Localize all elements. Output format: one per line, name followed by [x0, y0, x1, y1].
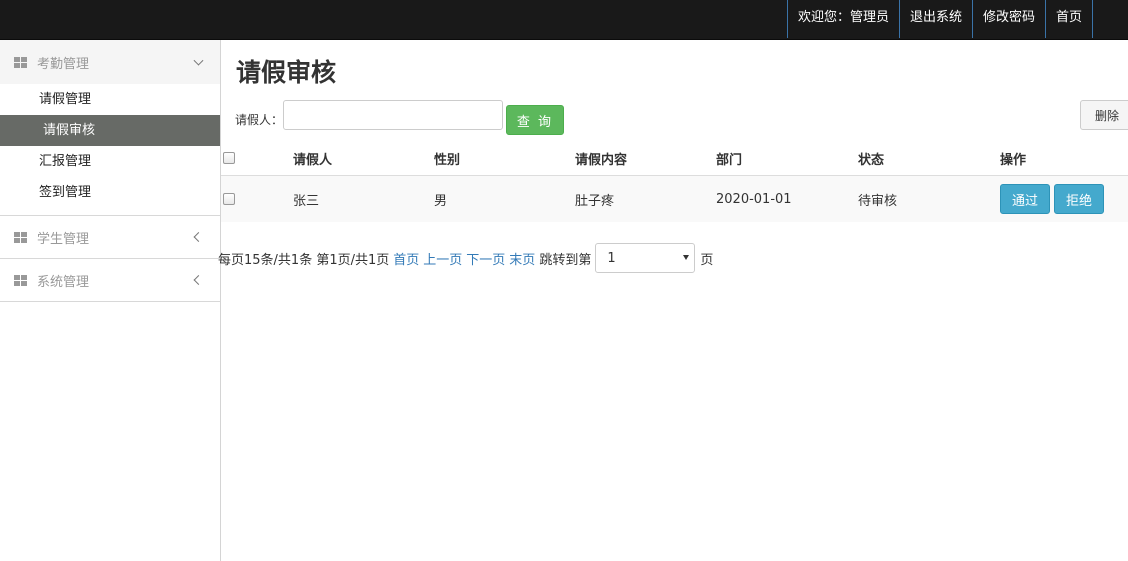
page-title: 请假审核	[236, 58, 337, 87]
sidebar-group-label: 系统管理	[37, 274, 90, 290]
query-button[interactable]: 查 询	[506, 105, 564, 135]
sidebar-item-leave-review[interactable]: 请假审核	[0, 115, 220, 146]
column-header-applicant: 请假人	[293, 152, 333, 168]
cell-content: 肚子疼	[575, 193, 615, 209]
first-page-link[interactable]: 首页	[393, 249, 419, 268]
pagination: 每页15条/共1条 第1页/共1页 首页 上一页 下一页 末页 跳转到第 1 页	[218, 243, 713, 273]
sidebar-group-label: 考勤管理	[37, 56, 90, 72]
welcome-link[interactable]: 欢迎您：管理员	[786, 0, 899, 38]
cell-department: 2020-01-01	[716, 191, 792, 207]
jump-prefix: 跳转到第	[539, 252, 592, 268]
home-link[interactable]: 首页	[1044, 0, 1093, 38]
jump-suffix: 页	[700, 252, 714, 268]
dropdown-arrow-icon	[683, 255, 690, 260]
sidebar-subitems: 请假管理 请假审核 汇报管理 签到管理	[0, 84, 220, 216]
cell-gender: 男	[434, 193, 448, 209]
column-header-content: 请假内容	[575, 152, 628, 168]
grid-icon	[14, 274, 27, 286]
leave-table: 请假人 性别 请假内容 部门 状态 操作 张三 男 肚子疼 2020-01-01…	[221, 141, 1128, 222]
table-header-row: 请假人 性别 请假内容 部门 状态 操作	[221, 141, 1128, 176]
column-header-status: 状态	[858, 152, 885, 168]
row-checkbox[interactable]	[223, 193, 235, 205]
top-nav: 欢迎您：管理员 退出系统 修改密码 首页	[786, 0, 1093, 38]
main-content: 请假审核 请假人： 查 询 删除 请假人 性别 请假内容 部门 状态 操作 张三…	[218, 40, 1128, 561]
sidebar-group-attendance[interactable]: 考勤管理	[0, 40, 220, 84]
column-header-department: 部门	[716, 152, 743, 168]
pagination-summary: 每页15条/共1条 第1页/共1页	[218, 252, 390, 268]
top-bar: 欢迎您：管理员 退出系统 修改密码 首页	[0, 0, 1128, 40]
last-page-link[interactable]: 末页	[509, 249, 535, 268]
grid-icon	[14, 231, 27, 243]
sidebar-group-students[interactable]: 学生管理	[0, 216, 220, 259]
sidebar-item-report-management[interactable]: 汇报管理	[0, 146, 220, 177]
sidebar-group-label: 学生管理	[37, 231, 90, 247]
delete-button[interactable]: 删除	[1080, 100, 1128, 130]
cell-actions: 通过 拒绝	[1000, 176, 1105, 222]
prev-page-link[interactable]: 上一页	[423, 249, 462, 268]
change-password-link[interactable]: 修改密码	[971, 0, 1045, 38]
search-label: 请假人：	[235, 113, 284, 127]
next-page-link[interactable]: 下一页	[466, 249, 505, 268]
grid-icon	[14, 56, 27, 68]
sidebar-item-leave-management[interactable]: 请假管理	[0, 84, 220, 115]
logout-link[interactable]: 退出系统	[898, 0, 972, 38]
page-select[interactable]: 1	[595, 243, 696, 273]
reject-button[interactable]: 拒绝	[1054, 184, 1105, 214]
sidebar-item-checkin-management[interactable]: 签到管理	[0, 177, 220, 208]
chevron-left-icon	[193, 232, 204, 242]
cell-applicant: 张三	[293, 193, 320, 209]
column-header-gender: 性别	[434, 152, 461, 168]
table-row: 张三 男 肚子疼 2020-01-01 待审核 通过 拒绝	[221, 176, 1128, 222]
sidebar: 考勤管理 请假管理 请假审核 汇报管理 签到管理 学生管理 系统管理	[0, 40, 221, 561]
chevron-down-icon	[193, 55, 204, 66]
cell-status: 待审核	[858, 193, 898, 209]
sidebar-group-system[interactable]: 系统管理	[0, 259, 220, 302]
page-select-value: 1	[607, 250, 616, 266]
select-all-checkbox[interactable]	[223, 152, 235, 164]
column-header-actions: 操作	[1000, 152, 1027, 168]
applicant-search-input[interactable]	[283, 100, 503, 130]
approve-button[interactable]: 通过	[1000, 184, 1051, 214]
chevron-left-icon	[193, 275, 204, 285]
